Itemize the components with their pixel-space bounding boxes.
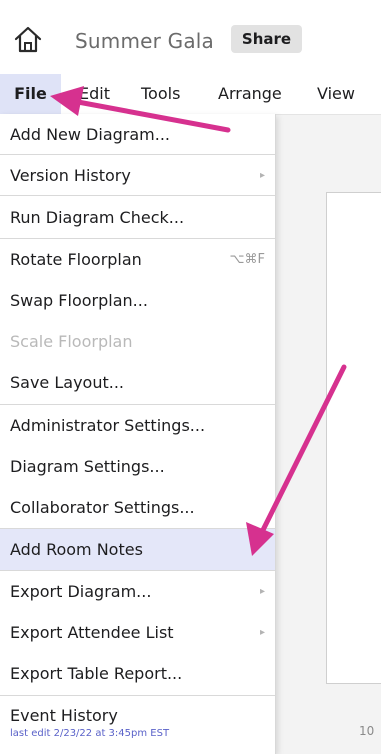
home-icon[interactable] xyxy=(13,24,43,54)
menu-item-add-room-notes[interactable]: Add Room Notes xyxy=(0,529,275,570)
menu-tools[interactable]: Tools xyxy=(141,74,180,114)
menu-item-swap-floorplan[interactable]: Swap Floorplan... xyxy=(0,280,275,321)
menu-item-diagram-settings[interactable]: Diagram Settings... xyxy=(0,446,275,487)
menu-item-label: Add New Diagram... xyxy=(10,124,170,144)
menu-item-save-layout[interactable]: Save Layout... xyxy=(0,362,275,403)
menu-bar: File Edit Tools Arrange View xyxy=(0,74,381,115)
menu-item-add-new-diagram[interactable]: Add New Diagram... xyxy=(0,114,275,154)
menu-item-collaborator-settings[interactable]: Collaborator Settings... xyxy=(0,487,275,528)
menu-item-event-history[interactable]: Event History last edit 2/23/22 at 3:45p… xyxy=(0,696,275,754)
menu-item-label: Export Attendee List xyxy=(10,623,174,642)
menu-item-label: Version History xyxy=(10,165,131,185)
menu-item-label: Collaborator Settings... xyxy=(10,498,195,517)
menu-edit[interactable]: Edit xyxy=(79,74,110,114)
menu-item-label: Add Room Notes xyxy=(10,540,143,559)
menu-item-export-attendee-list[interactable]: Export Attendee List ▸ xyxy=(0,612,275,653)
menu-arrange[interactable]: Arrange xyxy=(218,74,282,114)
menu-view[interactable]: View xyxy=(317,74,355,114)
last-edit-timestamp: last edit 2/23/22 at 3:45pm EST xyxy=(10,728,170,739)
menu-item-rotate-floorplan[interactable]: Rotate Floorplan ⌥⌘F xyxy=(0,239,275,280)
scale-indicator: 10 xyxy=(359,724,375,738)
menu-item-run-diagram-check[interactable]: Run Diagram Check... xyxy=(0,196,275,238)
menu-shortcut: ⌥⌘F xyxy=(229,252,265,267)
menu-file[interactable]: File xyxy=(0,74,61,114)
menu-item-label: Rotate Floorplan xyxy=(10,250,142,269)
menu-item-label: Export Diagram... xyxy=(10,582,152,601)
submenu-chevron-icon: ▸ xyxy=(259,169,265,181)
menu-item-label: Scale Floorplan xyxy=(10,332,133,351)
file-menu-dropdown: Add New Diagram... Version History ▸ Run… xyxy=(0,114,276,754)
submenu-chevron-icon: ▸ xyxy=(259,586,265,597)
share-button[interactable]: Share xyxy=(231,25,302,53)
menu-item-label: Export Table Report... xyxy=(10,664,183,683)
menu-item-label: Diagram Settings... xyxy=(10,457,165,476)
app-header: Summer Gala Share xyxy=(0,0,381,74)
menu-item-export-diagram[interactable]: Export Diagram... ▸ xyxy=(0,571,275,612)
menu-item-scale-floorplan: Scale Floorplan xyxy=(0,321,275,362)
menu-item-label: Run Diagram Check... xyxy=(10,207,185,227)
menu-item-label: Administrator Settings... xyxy=(10,416,206,435)
menu-item-export-table-report[interactable]: Export Table Report... xyxy=(0,653,275,694)
document-title[interactable]: Summer Gala xyxy=(75,29,214,53)
menu-item-label: Swap Floorplan... xyxy=(10,291,148,310)
menu-item-version-history[interactable]: Version History ▸ xyxy=(0,155,275,195)
floorplan-page[interactable] xyxy=(326,192,381,684)
submenu-chevron-icon: ▸ xyxy=(259,627,265,638)
menu-item-label: Event History xyxy=(10,706,118,725)
menu-item-administrator-settings[interactable]: Administrator Settings... xyxy=(0,405,275,446)
menu-item-label: Save Layout... xyxy=(10,373,125,392)
